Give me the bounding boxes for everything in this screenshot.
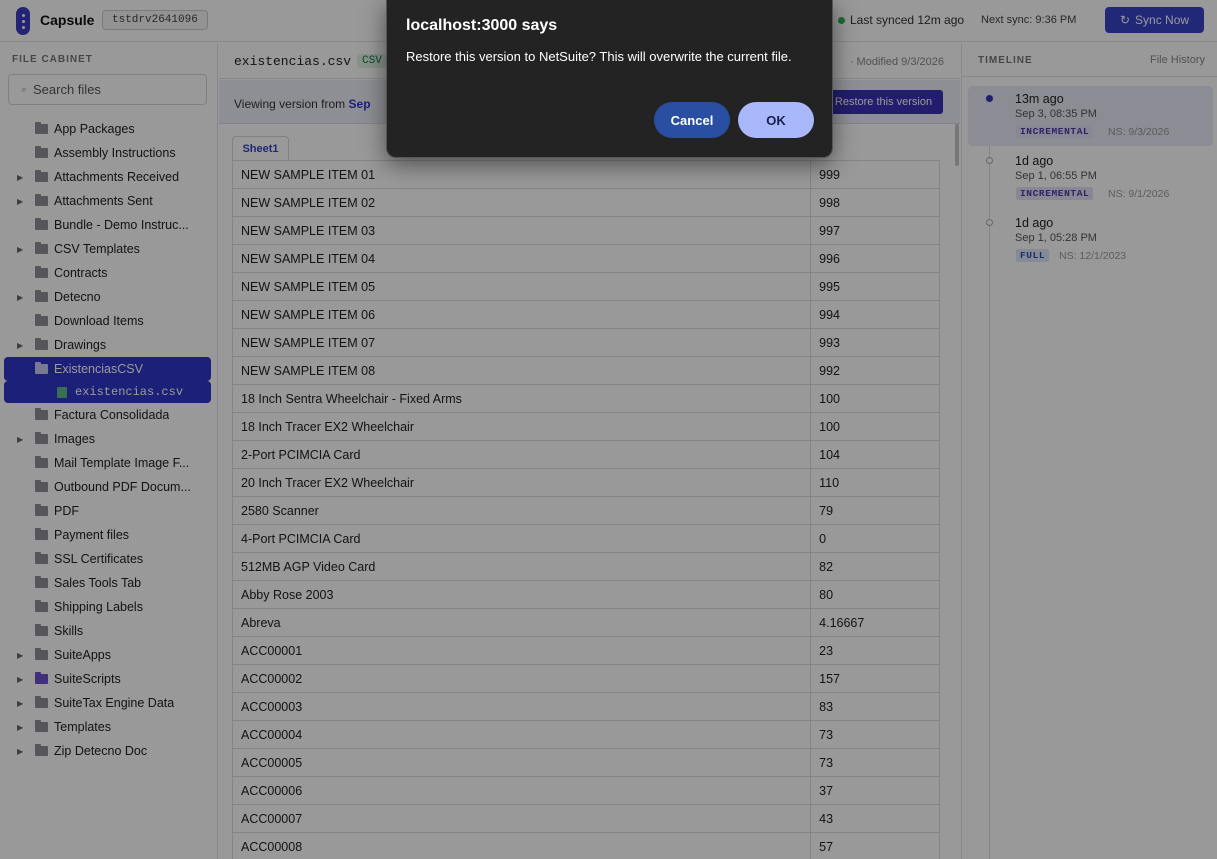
dialog-title: localhost:3000 says <box>406 17 558 34</box>
dialog-ok-button[interactable]: OK <box>738 102 814 138</box>
confirm-dialog: localhost:3000 says Restore this version… <box>386 0 833 158</box>
dialog-message: Restore this version to NetSuite? This w… <box>406 49 792 64</box>
dialog-cancel-button[interactable]: Cancel <box>654 102 730 138</box>
